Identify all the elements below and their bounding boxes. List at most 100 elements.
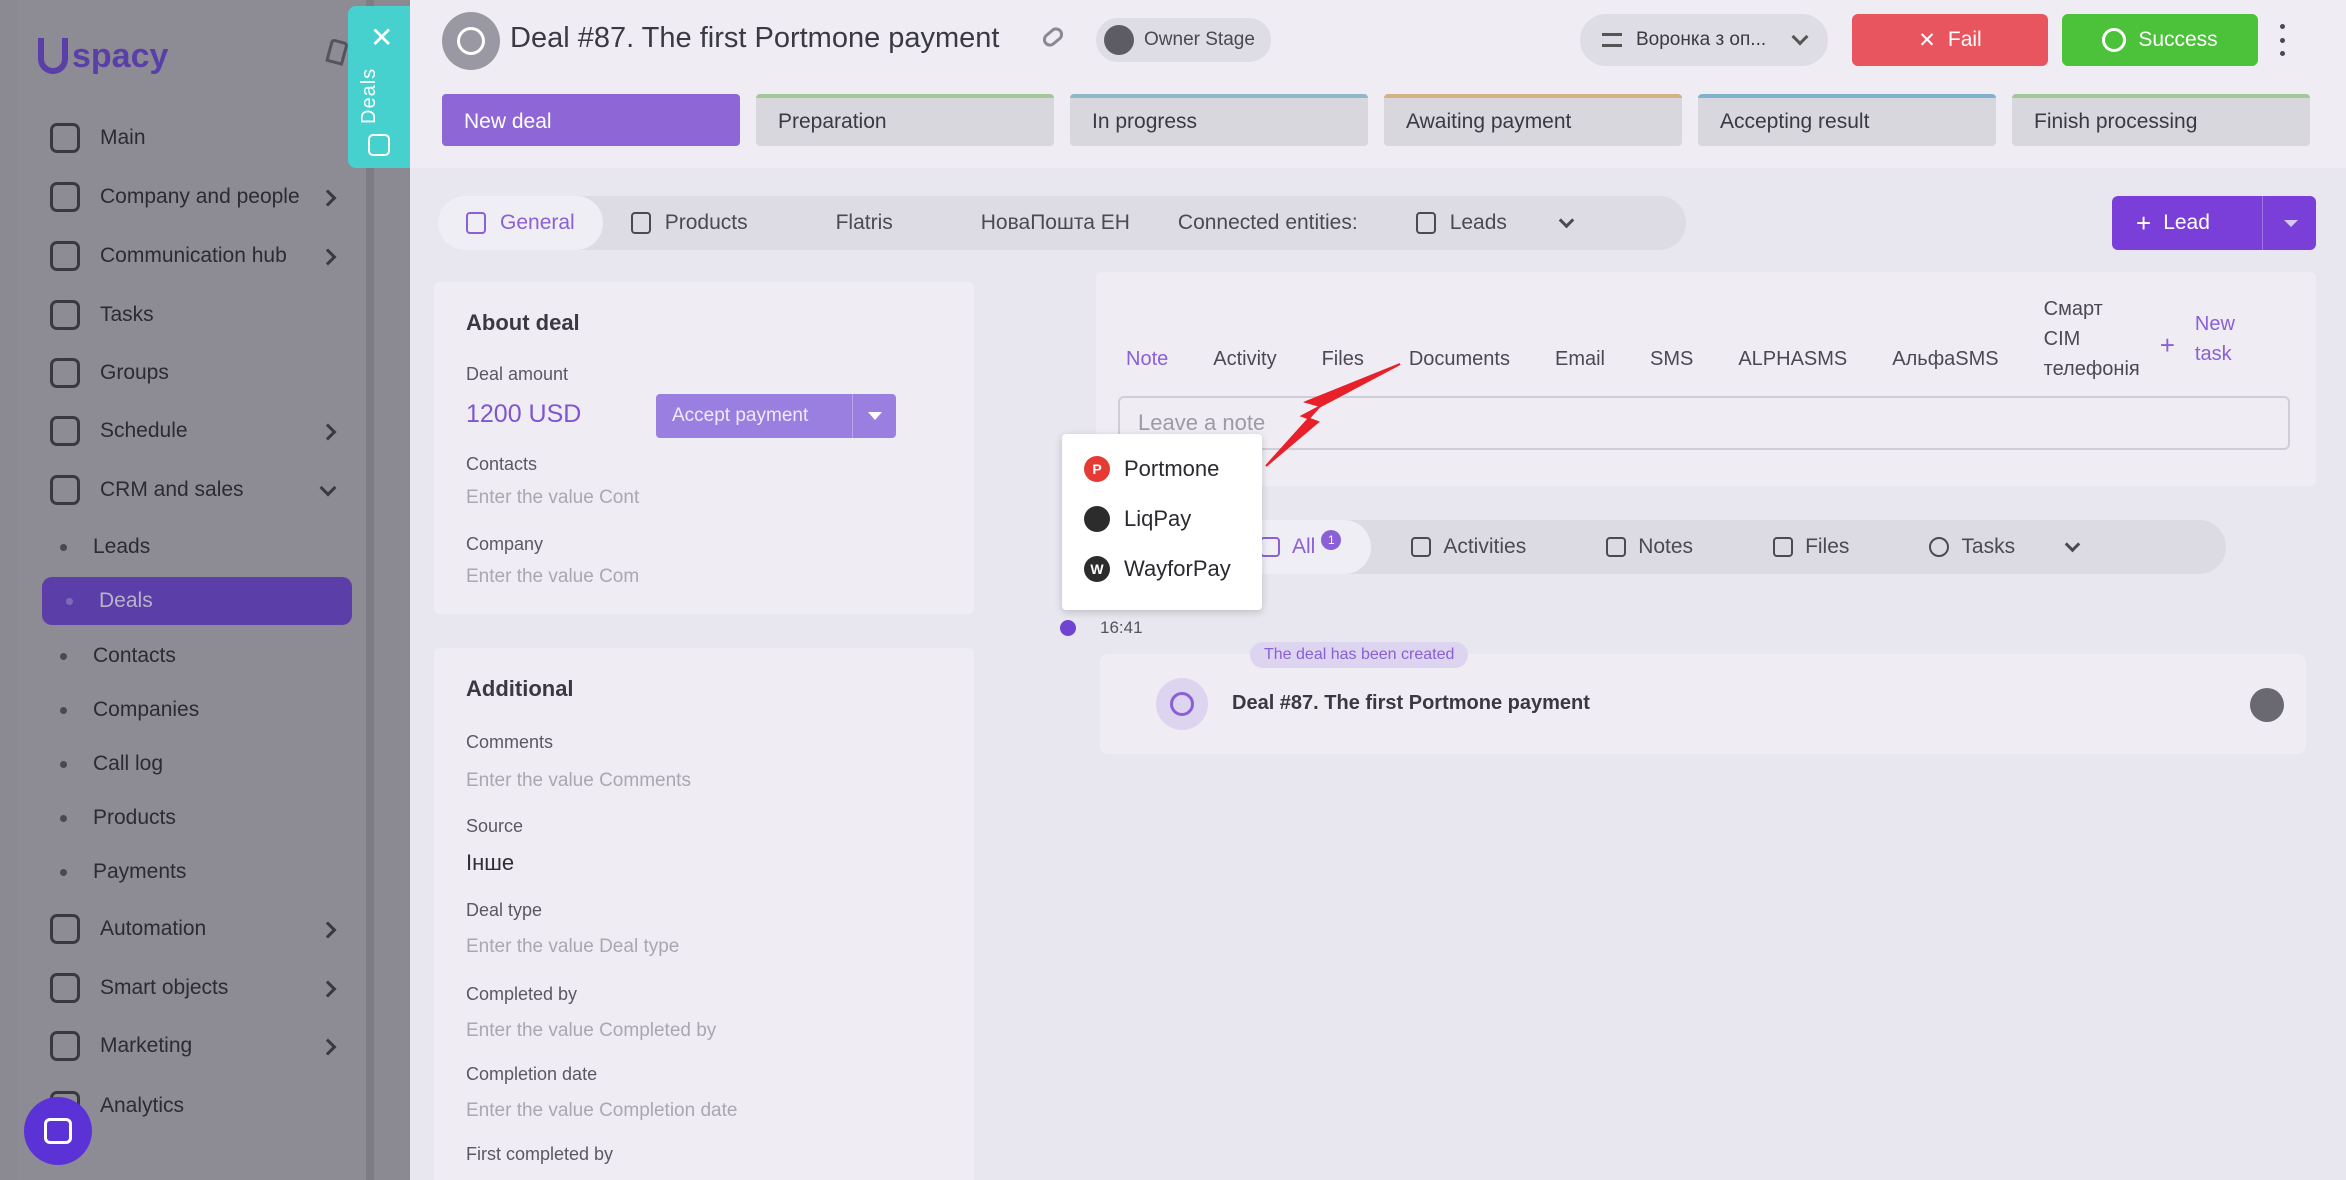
comments-label: Comments (466, 732, 554, 752)
completion-date-label: Completion date (466, 1064, 598, 1084)
about-deal-title: About deal (466, 310, 580, 335)
smart-objects-icon (50, 973, 80, 1003)
filter-activities[interactable]: Activities (1371, 520, 1566, 574)
link-icon[interactable] (1040, 24, 1066, 50)
source-label: Source (466, 816, 524, 836)
nav-call-log[interactable]: Call log (60, 744, 163, 784)
payment-option-wayforpay[interactable]: W WayforPay (1062, 544, 1262, 594)
comments-field[interactable]: Enter the value Comments (466, 770, 691, 792)
list-icon (1260, 537, 1280, 557)
deals-side-tab[interactable]: ✕ Deals (348, 6, 410, 168)
nav-groups[interactable]: Groups (50, 353, 169, 393)
stage-preparation[interactable]: Preparation (756, 94, 1054, 146)
nav-companies[interactable]: Companies (60, 690, 199, 730)
filter-icon (1602, 33, 1622, 47)
tab-email[interactable]: Email (1555, 348, 1605, 371)
funnel-select[interactable]: Воронка з оп... (1580, 14, 1828, 66)
connected-entities-label: Connected entities: (1177, 211, 1358, 234)
new-task-button[interactable]: New task (2195, 309, 2235, 369)
owner-stage-chip[interactable]: Owner Stage (1096, 18, 1271, 62)
stage-in-progress[interactable]: In progress (1070, 94, 1368, 146)
close-icon: ✕ (1918, 28, 1936, 52)
tab-alphasms[interactable]: ALPHASMS (1738, 348, 1847, 371)
stage-bar: New deal Preparation In progress Awaitin… (442, 94, 2310, 146)
event-title: Deal #87. The first Portmone payment (1232, 692, 1590, 714)
more-menu-icon[interactable] (2280, 24, 2286, 56)
nav-deals[interactable]: Deals (42, 577, 352, 625)
first-completed-label: First completed by (466, 1144, 614, 1164)
bullet (60, 760, 67, 768)
nav-crm-and-sales[interactable]: CRM and sales (50, 470, 244, 510)
source-value[interactable]: Інше (466, 850, 514, 876)
nav-tasks[interactable]: Tasks (50, 295, 154, 335)
add-lead-button[interactable]: + Lead (2112, 196, 2316, 250)
payment-option-portmone[interactable]: P Portmone (1062, 444, 1262, 494)
stage-awaiting-payment[interactable]: Awaiting payment (1384, 94, 1682, 146)
communication-icon (50, 241, 80, 271)
liqpay-logo-icon (1084, 506, 1110, 532)
filter-notes[interactable]: Notes (1566, 520, 1733, 574)
entity-tabs: General Products Flatris НоваПошта ЕН Co… (438, 196, 1686, 250)
lightning-icon (50, 914, 80, 944)
timeline-event-card[interactable]: Deal #87. The first Portmone payment (1100, 654, 2306, 754)
tab-flatris[interactable]: Flatris (776, 196, 921, 250)
groups-icon (50, 358, 80, 388)
chat-icon (44, 1118, 72, 1144)
nav-payments[interactable]: Payments (60, 852, 186, 892)
chat-launcher-button[interactable] (24, 1097, 92, 1165)
bullet (60, 652, 67, 660)
nav-leads[interactable]: Leads (60, 527, 150, 567)
nav-smart-objects[interactable]: Smart objects (50, 968, 228, 1008)
company-icon (50, 182, 80, 212)
deal-type-field[interactable]: Enter the value Deal type (466, 936, 679, 958)
file-icon (1773, 537, 1794, 557)
deal-hand-icon (1156, 678, 1208, 730)
deals-tab-label: Deals (358, 67, 380, 124)
tab-products[interactable]: Products (603, 196, 776, 250)
chevron-down-icon (1791, 28, 1809, 46)
box-icon (630, 212, 651, 234)
deal-type-label: Deal type (466, 900, 543, 920)
fail-button[interactable]: ✕ Fail (1852, 14, 2048, 66)
filter-tasks[interactable]: Tasks (1889, 520, 2118, 574)
company-field[interactable]: Enter the value Com (466, 566, 639, 588)
connected-leads-select[interactable]: Leads (1386, 196, 1600, 250)
check-circle-icon (2102, 28, 2127, 52)
tab-alfasms[interactable]: АльфаSMS (1892, 348, 1998, 371)
success-button[interactable]: Success (2062, 14, 2258, 66)
logo[interactable]: spacy (38, 36, 168, 76)
nav-automation[interactable]: Automation (50, 909, 206, 949)
caret-down-icon[interactable] (2284, 220, 2298, 227)
nav-contacts[interactable]: Contacts (60, 636, 176, 676)
stage-accepting-result[interactable]: Accepting result (1698, 94, 1996, 146)
database-icon (50, 475, 80, 505)
contacts-field[interactable]: Enter the value Cont (466, 487, 639, 509)
nav-marketing[interactable]: Marketing (50, 1026, 192, 1066)
completed-by-field[interactable]: Enter the value Completed by (466, 1020, 716, 1042)
tab-note[interactable]: Note (1126, 348, 1168, 371)
additional-title: Additional (466, 676, 574, 701)
caret-down-icon[interactable] (868, 412, 882, 420)
tab-novaposhta[interactable]: НоваПошта ЕН (921, 196, 1158, 250)
nav-products[interactable]: Products (60, 798, 176, 838)
nav-main[interactable]: Main (50, 118, 146, 158)
plus-icon[interactable]: + (2160, 330, 2175, 361)
count-badge: 1 (1321, 530, 1342, 550)
portmone-logo-icon: P (1084, 456, 1110, 482)
payment-option-liqpay[interactable]: LiqPay (1062, 494, 1262, 544)
tab-sms[interactable]: SMS (1650, 348, 1693, 371)
stage-new-deal[interactable]: New deal (442, 94, 740, 146)
sidebar-scrollbar[interactable] (366, 0, 374, 1180)
nav-company-and-people[interactable]: Company and people (50, 177, 300, 217)
stage-finish-processing[interactable]: Finish processing (2012, 94, 2310, 146)
tab-documents[interactable]: Documents (1409, 348, 1510, 371)
nav-communication-hub[interactable]: Communication hub (50, 236, 287, 276)
completion-date-field[interactable]: Enter the value Completion date (466, 1100, 737, 1122)
filter-files[interactable]: Files (1733, 520, 1889, 574)
nav-schedule[interactable]: Schedule (50, 411, 188, 451)
tab-general[interactable]: General (438, 196, 603, 250)
deal-amount-value[interactable]: 1200 USD (466, 400, 581, 429)
event-status-chip: The deal has been created (1250, 642, 1469, 668)
tab-smart-sim[interactable]: Смарт СІМ телефонія (2044, 294, 2140, 384)
accept-payment-button[interactable]: Accept payment (656, 394, 896, 438)
